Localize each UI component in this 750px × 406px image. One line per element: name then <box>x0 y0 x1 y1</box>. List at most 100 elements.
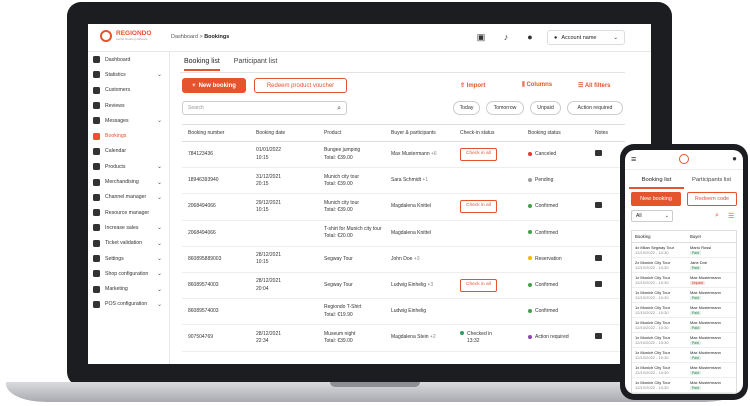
column-header[interactable]: Booking number <box>182 124 250 142</box>
help-icon[interactable]: ● <box>525 32 535 42</box>
sidebar-item-merchandising[interactable]: Merchandising ⌄ <box>88 174 169 189</box>
product-cell: Museum night Total: €39.00 <box>318 324 385 352</box>
mobile-tab-booking-list[interactable]: Booking list <box>629 175 684 189</box>
mobile-redeem-code-button[interactable]: Redeem code <box>687 192 737 206</box>
mobile-list-item[interactable]: 1x Munich City Tour 12/10/2022 - 10:30 Max… <box>632 363 736 378</box>
booking-number[interactable]: 86089574003 <box>182 298 250 326</box>
redeem-voucher-button[interactable]: Redeem product voucher <box>254 78 347 93</box>
mobile-list-item[interactable]: 1x Munich City Tour 12/10/2022 - 10:30 Max… <box>632 288 736 303</box>
booking-number[interactable]: 2068494066 <box>182 193 250 221</box>
note-icon[interactable] <box>595 333 602 340</box>
hamburger-menu-icon[interactable]: ≡ <box>631 154 636 164</box>
tab-participant-list[interactable]: Participant list <box>234 58 278 71</box>
table-row[interactable]: 784123436 01/01/2022 10:15 Bungee jumping To… <box>182 141 625 169</box>
sidebar-item-marketing[interactable]: Marketing ⌄ <box>88 281 169 296</box>
column-header[interactable]: Check-in status <box>454 124 522 142</box>
sidebar-item-increase-sales[interactable]: Increase sales ⌄ <box>88 220 169 235</box>
mobile-list-item[interactable]: 1x Munich City Tour 12/10/2022 - 10:30 Max… <box>632 378 736 393</box>
sidebar-item-settings[interactable]: Settings ⌄ <box>88 251 169 266</box>
mobile-search-icon[interactable]: ⌕ <box>715 212 719 220</box>
table-row[interactable]: 2068494066 T-shirt for Munich city tour To… <box>182 220 625 247</box>
search-input[interactable]: Search ⌕ <box>182 101 347 115</box>
note-icon[interactable] <box>595 280 602 287</box>
mobile-list-item[interactable]: 2x Munich City Tour 12/10/2022 - 10:30 Jan… <box>632 258 736 273</box>
payment-badge: Paid <box>690 385 701 391</box>
check-in-all-button[interactable]: Check in all <box>460 279 497 292</box>
filter-tomorrow[interactable]: Tomorrow <box>486 101 524 115</box>
mobile-booking-date: 12/10/2022 - 10:30 <box>635 265 669 270</box>
participant-count: +3 <box>427 281 434 288</box>
sidebar-item-reviews[interactable]: Reviews <box>88 98 169 113</box>
mobile-filter-icon[interactable]: ☰ <box>728 212 734 220</box>
sidebar-item-shop-configuration[interactable]: Shop configuration ⌄ <box>88 266 169 281</box>
column-header[interactable]: Buyer & participants <box>385 124 454 142</box>
filter-unpaid[interactable]: Unpaid <box>530 101 561 115</box>
sidebar-item-channel-manager[interactable]: Channel manager ⌄ <box>88 190 169 205</box>
table-row[interactable]: 907504769 28/12/2021 22:34 Museum night Tota… <box>182 324 625 352</box>
mobile-tab-participants-list[interactable]: Participants list <box>684 175 739 189</box>
status-label: Confirmed <box>535 281 559 288</box>
import-button[interactable]: ⇧ Import <box>460 82 485 89</box>
column-header[interactable]: Booking status <box>522 124 589 142</box>
mobile-buyer-cell: Mario Rossi Paid <box>690 245 736 256</box>
logo[interactable]: REGIONDO tourist booking software <box>100 30 151 42</box>
check-in-all-button[interactable]: Check in all <box>460 148 497 162</box>
new-booking-button[interactable]: + New booking <box>182 78 246 93</box>
check-in-all-button[interactable]: Check in all <box>460 200 497 214</box>
chart-icon <box>93 71 100 79</box>
bell-icon[interactable]: ♪ <box>501 32 511 42</box>
mobile-booking-cell: 1x Munich City Tour 12/10/2022 - 10:30 <box>632 350 690 361</box>
sidebar-item-customers[interactable]: Customers <box>88 83 169 98</box>
chevron-down-icon: ⌄ <box>664 213 669 219</box>
column-header[interactable]: Booking date <box>250 124 318 142</box>
filter-today[interactable]: Today <box>453 101 480 115</box>
mobile-list-item[interactable]: 1x Munich City Tour 12/10/2022 - 10:30 Max… <box>632 303 736 318</box>
sidebar-item-resource-manager[interactable]: Resource manager <box>88 205 169 220</box>
sidebar-item-ticket-validation[interactable]: Ticket validation ⌄ <box>88 236 169 251</box>
mobile-list-item[interactable]: 4x Milan Segway Tour 12/10/2022 - 10:30 Ma… <box>632 243 736 258</box>
note-icon[interactable] <box>595 202 602 209</box>
tab-bar: Booking list Participant list <box>184 58 277 71</box>
mobile-list-item[interactable]: 1x Munich City Tour 12/10/2022 - 10:30 Max… <box>632 333 736 348</box>
booking-number[interactable]: 784123436 <box>182 141 250 169</box>
sidebar-item-pos-configuration[interactable]: POS configuration ⌄ <box>88 297 169 312</box>
columns-button[interactable]: ⫼ Columns <box>522 82 552 89</box>
calendar-icon[interactable]: ▣ <box>476 32 486 42</box>
table-row[interactable]: 860895889003 28/12/2021 10:15 Segway Tour Jo… <box>182 246 625 273</box>
booking-number[interactable]: 907504769 <box>182 324 250 352</box>
mobile-list-item[interactable]: 1x Munich City Tour 12/10/2022 - 10:30 Max… <box>632 318 736 333</box>
column-header[interactable]: Product <box>318 124 385 142</box>
sidebar-item-statistics[interactable]: Statistics ⌄ <box>88 67 169 82</box>
mobile-buyer-name: Mario Rossi <box>690 244 712 250</box>
status-cell: Pending <box>522 167 589 195</box>
mobile-filter-select[interactable]: All ⌄ <box>631 210 673 222</box>
column-header[interactable]: Notes <box>589 124 625 142</box>
booking-time-value: 20:04 <box>256 285 269 292</box>
table-row[interactable]: 86089574003 28/12/2021 20:04 Segway Tour Lud… <box>182 272 625 300</box>
sidebar-item-products[interactable]: Products ⌄ <box>88 159 169 174</box>
table-row[interactable]: 2068494066 29/12/2021 10:15 Munich city tou… <box>182 193 625 221</box>
mobile-new-booking-button[interactable]: New booking <box>631 192 681 206</box>
sidebar-item-dashboard[interactable]: Dashboard <box>88 52 169 67</box>
sidebar-item-bookings[interactable]: Bookings <box>88 128 169 143</box>
booking-number[interactable]: 2068494066 <box>182 220 250 247</box>
tab-booking-list[interactable]: Booking list <box>184 58 220 71</box>
mobile-booking-list: Booking Buyer 4x Milan Segway Tour 12/10/… <box>631 230 737 394</box>
sidebar-item-calendar[interactable]: Calendar <box>88 144 169 159</box>
booking-number[interactable]: 860895889003 <box>182 246 250 273</box>
booking-number[interactable]: 18946393940 <box>182 167 250 195</box>
table-row[interactable]: 86089574003 Regiondo T-Shirt Total: €19.90… <box>182 298 625 326</box>
mobile-booking-date: 12/10/2022 - 10:30 <box>635 355 669 360</box>
mobile-list-item[interactable]: 1x Munich City Tour 12/10/2022 - 10:30 Max… <box>632 273 736 288</box>
note-icon[interactable] <box>595 149 602 156</box>
table-row[interactable]: 18946393940 31/12/2021 20:15 Munich city to… <box>182 167 625 195</box>
filter-action-required[interactable]: Action required <box>567 101 623 115</box>
booking-number[interactable]: 86089574003 <box>182 272 250 300</box>
all-filters-button[interactable]: ☰ All filters <box>578 82 611 89</box>
breadcrumb-dashboard[interactable]: Dashboard <box>171 34 198 40</box>
mobile-list-item[interactable]: 1x Munich City Tour 12/10/2022 - 10:30 Max… <box>632 348 736 363</box>
sidebar-item-messages[interactable]: Messages ⌄ <box>88 113 169 128</box>
mobile-user-icon[interactable]: ● <box>732 154 737 163</box>
note-icon[interactable] <box>595 254 602 261</box>
account-dropdown[interactable]: ● Account name ⌄ <box>547 30 625 45</box>
